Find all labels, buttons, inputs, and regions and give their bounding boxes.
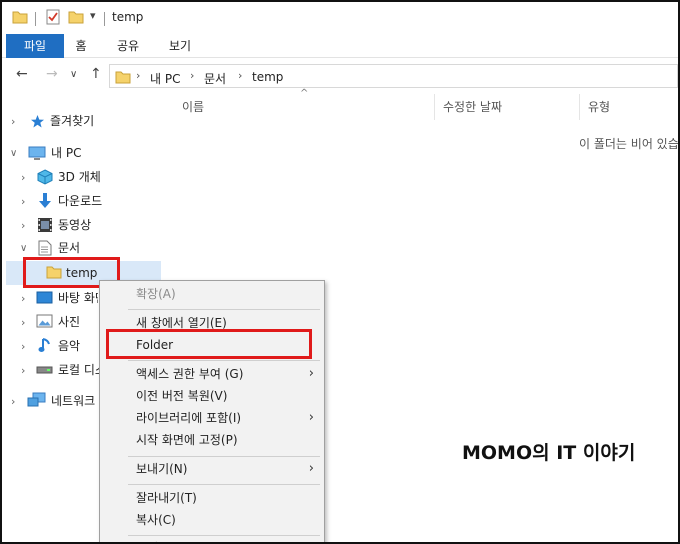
sidebar-item-3d-objects[interactable]: 3D 개체: [58, 166, 101, 188]
ribbon-tabs: 파일 홈 공유 보기: [2, 34, 678, 58]
sidebar-item-desktop[interactable]: 바탕 화면: [58, 287, 98, 309]
sidebar-item-videos[interactable]: 동영상: [58, 214, 91, 236]
highlight-box-folder: [106, 329, 312, 359]
submenu-arrow-icon: ›: [308, 366, 314, 381]
download-icon: [39, 193, 51, 208]
menu-item-expand[interactable]: 확장(A): [100, 283, 324, 305]
folder-icon: [12, 11, 28, 24]
menu-item-pin-start[interactable]: 시작 화면에 고정(P): [100, 429, 324, 451]
chevron-right-icon[interactable]: ›: [21, 219, 25, 232]
breadcrumb-documents[interactable]: 문서: [204, 70, 226, 87]
sidebar-item-local-disk[interactable]: 로컬 디스크: [58, 359, 99, 381]
title-bar: ▾ temp: [2, 2, 678, 34]
chevron-right-icon[interactable]: ›: [11, 115, 15, 128]
submenu-arrow-icon: ›: [308, 461, 314, 476]
menu-item-include-library[interactable]: 라이브러리에 포함(I) ›: [100, 407, 324, 429]
chevron-down-icon[interactable]: ∨: [10, 148, 17, 159]
cube-3d-icon: [37, 169, 53, 185]
tab-file[interactable]: 파일: [6, 34, 64, 58]
music-note-icon: [38, 338, 50, 352]
sidebar-item-music[interactable]: 음악: [58, 335, 80, 357]
chevron-right-icon[interactable]: ›: [21, 171, 25, 184]
customize-toolbar-icon[interactable]: ▾: [90, 9, 96, 22]
tab-share[interactable]: 공유: [110, 34, 146, 58]
chevron-right-icon[interactable]: ›: [21, 364, 25, 377]
breadcrumb-temp[interactable]: temp: [252, 70, 283, 84]
column-date-modified[interactable]: 수정한 날짜: [443, 98, 502, 115]
drive-icon: [36, 366, 53, 374]
menu-item-copy[interactable]: 복사(C): [100, 509, 324, 531]
context-menu: 확장(A) 새 창에서 열기(E) Folder 액세스 권한 부여 (G) ›…: [99, 280, 325, 542]
chevron-right-icon[interactable]: ›: [21, 195, 25, 208]
empty-folder-message: 이 폴더는 비어 있습니다.: [579, 137, 679, 151]
up-arrow-icon[interactable]: ↑: [90, 66, 102, 82]
sort-up-icon: ^: [300, 88, 309, 99]
folder-icon: [115, 71, 131, 84]
properties-icon[interactable]: [46, 9, 61, 25]
navigation-bar: ← → ∨ ↑ › 내 PC › 문서 › temp: [2, 60, 678, 90]
forward-arrow-icon[interactable]: →: [46, 66, 58, 82]
new-folder-icon[interactable]: [68, 10, 84, 24]
network-icon: [27, 392, 46, 407]
sidebar-item-quick-access[interactable]: 즐겨찾기: [50, 110, 94, 132]
film-icon: [38, 218, 52, 232]
submenu-arrow-icon: ›: [308, 410, 314, 425]
menu-item-send-to[interactable]: 보내기(N) ›: [100, 458, 324, 480]
document-icon: [38, 240, 52, 256]
menu-item-partial[interactable]: 삭제: [100, 537, 324, 542]
address-bar[interactable]: › 내 PC › 문서 › temp: [109, 64, 678, 88]
sidebar-item-network[interactable]: 네트워크: [51, 390, 99, 412]
menu-item-give-access[interactable]: 액세스 권한 부여 (G) ›: [100, 363, 324, 385]
column-name[interactable]: 이름: [182, 98, 204, 115]
chevron-right-icon[interactable]: ›: [21, 340, 25, 353]
menu-item-restore-versions[interactable]: 이전 버전 복원(V): [100, 385, 324, 407]
pictures-icon: [36, 314, 53, 328]
sidebar-item-documents[interactable]: 문서: [58, 237, 80, 259]
chevron-right-icon[interactable]: ›: [21, 316, 25, 329]
sidebar-item-downloads[interactable]: 다운로드: [58, 190, 102, 212]
recent-locations-chevron-icon[interactable]: ∨: [70, 69, 77, 80]
column-type[interactable]: 유형: [588, 98, 610, 115]
watermark-text: MOMO의 IT 이야기: [462, 442, 636, 464]
window-title: temp: [112, 10, 144, 24]
back-arrow-icon[interactable]: ←: [16, 66, 28, 82]
sidebar-item-pictures[interactable]: 사진: [58, 311, 80, 333]
chevron-down-icon[interactable]: ∨: [20, 243, 27, 254]
tab-home[interactable]: 홈: [68, 34, 94, 58]
breadcrumb-this-pc[interactable]: 내 PC: [150, 70, 180, 87]
sidebar-item-this-pc[interactable]: 내 PC: [51, 142, 81, 164]
computer-icon: [28, 146, 46, 160]
star-icon: [31, 115, 44, 128]
tab-view[interactable]: 보기: [162, 34, 198, 58]
chevron-right-icon[interactable]: ›: [21, 292, 25, 305]
desktop-icon: [36, 291, 53, 304]
chevron-right-icon[interactable]: ›: [11, 395, 15, 408]
file-explorer-window: ▾ temp 파일 홈 공유 보기 ← → ∨ ↑ › 내 PC › 문서 › …: [0, 0, 680, 544]
menu-item-cut[interactable]: 잘라내기(T): [100, 487, 324, 509]
